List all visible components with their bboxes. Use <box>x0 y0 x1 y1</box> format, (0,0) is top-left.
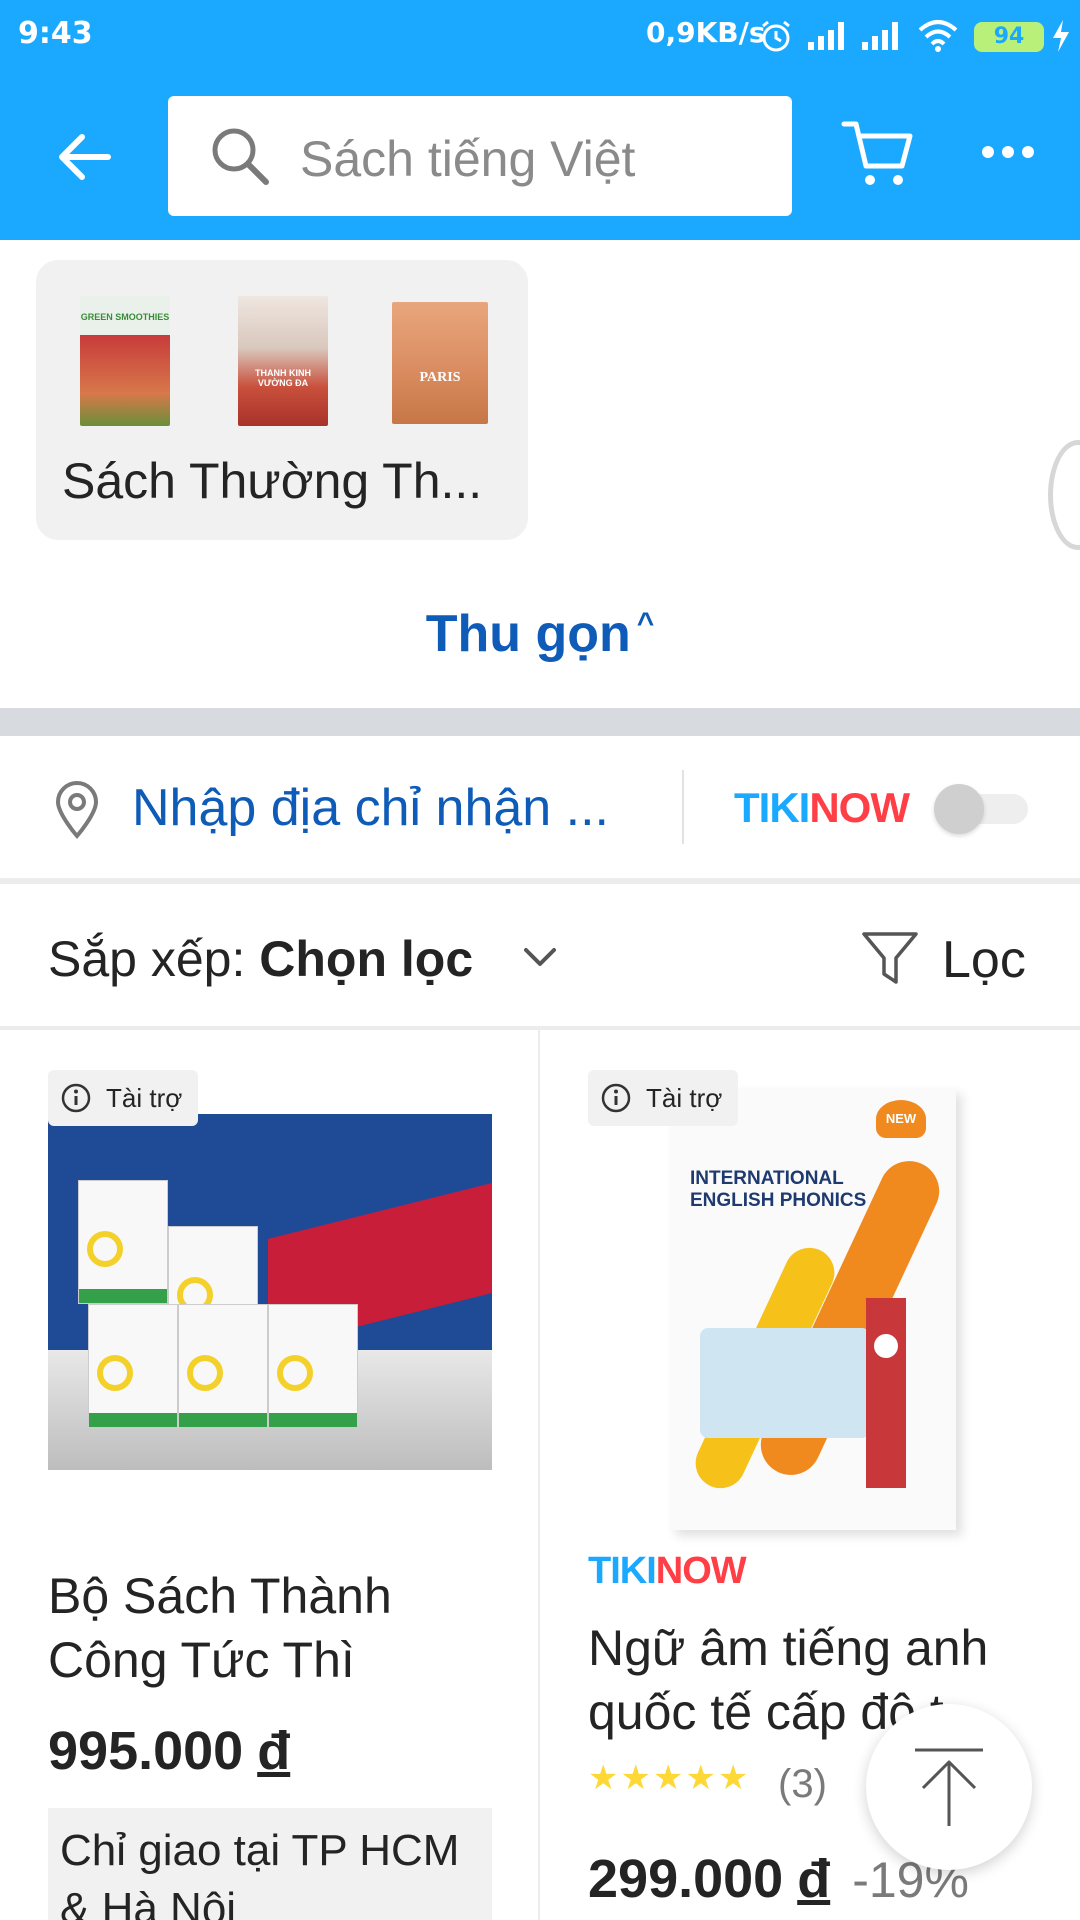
sort-prefix: Sắp xếp: <box>48 931 246 987</box>
filter-button[interactable]: Lọc <box>942 930 1026 990</box>
category-label: Sách Thường Th... <box>62 453 483 509</box>
tikinow-toggle[interactable] <box>934 784 1028 834</box>
tikinow-logo: TIKINOW <box>734 784 910 832</box>
battery-icon: 94 <box>974 22 1044 52</box>
status-bar: 9:43 0,9KB/s 94 <box>0 0 1080 72</box>
currency: đ <box>797 1849 831 1909</box>
book-thumbnail: PARIS <box>392 302 488 424</box>
book-thumbnail: GREEN SMOOTHIES <box>80 296 170 426</box>
book-thumbnail: THANH KINH VƯỜNG ĐA <box>238 296 328 426</box>
image-decoration <box>700 1328 870 1438</box>
collapse-button[interactable]: Thu gọn ^ <box>0 604 1080 664</box>
delivery-address-row: Nhập địa chỉ nhận ... TIKINOW <box>0 736 1080 880</box>
search-placeholder: Sách tiếng Việt <box>300 131 636 187</box>
divider <box>682 770 684 844</box>
alarm-icon <box>762 20 790 52</box>
sponsored-badge: Tài trợ <box>588 1070 739 1126</box>
sort-value: Chọn lọc <box>259 931 474 987</box>
product-title: Bộ Sách Thành Công Tức Thì <box>48 1568 392 1688</box>
sort-filter-bar: Sắp xếp: Chọn lọc Lọc <box>0 884 1080 1028</box>
image-decoration <box>866 1298 906 1488</box>
filter-icon[interactable] <box>858 926 922 990</box>
chevron-down-icon[interactable] <box>520 942 560 972</box>
location-pin-icon <box>55 781 99 840</box>
tikinow-logo: TIKINOW <box>588 1550 747 1593</box>
brand-part: NOW <box>809 784 910 831</box>
chevron-up-icon: ^ <box>636 607 655 640</box>
status-time: 9:43 <box>18 16 93 51</box>
network-speed: 0,9KB/s <box>646 16 766 49</box>
signal-icon <box>808 22 844 50</box>
book-cover-title: THANH KINH VƯỜNG ĐA <box>255 368 311 388</box>
wifi-icon <box>918 20 958 52</box>
delivery-note: Chỉ giao tại TP HCM & Hà Nội <box>48 1808 492 1920</box>
brand-part: TIKI <box>588 1550 657 1592</box>
scroll-to-top-button[interactable] <box>866 1704 1032 1870</box>
book-image <box>78 1180 168 1304</box>
collapse-label: Thu gọn <box>425 605 631 663</box>
new-badge: NEW <box>876 1100 926 1138</box>
battery-level: 94 <box>993 24 1025 49</box>
star-rating-icon: ★★★★★ <box>588 1758 751 1798</box>
info-icon <box>601 1083 631 1113</box>
book-cover-title: INTERNATIONAL ENGLISH PHONICS <box>690 1168 867 1211</box>
book-image <box>178 1304 268 1428</box>
book-image <box>88 1304 178 1428</box>
arrow-up-icon <box>915 1748 983 1826</box>
toggle-knob <box>934 784 984 834</box>
cart-icon[interactable] <box>840 116 916 192</box>
brand-part: NOW <box>655 1550 747 1592</box>
category-card[interactable]: GREEN SMOOTHIES THANH KINH VƯỜNG ĐA PARI… <box>36 260 528 540</box>
currency: đ <box>257 1721 291 1781</box>
search-icon <box>212 128 269 185</box>
sponsored-label: Tài trợ <box>106 1083 183 1113</box>
address-input-link[interactable]: Nhập địa chỉ nhận ... <box>132 778 609 838</box>
product-card[interactable]: Tài trợ Bộ Sách Thành Công Tức Thì 995.0… <box>0 1030 538 1920</box>
book-cover-title: GREEN SMOOTHIES <box>80 312 170 322</box>
product-image: INTERNATIONAL ENGLISH PHONICS NEW <box>670 1088 956 1530</box>
brand-part: TIKI <box>734 784 810 831</box>
sponsored-badge: Tài trợ <box>48 1070 199 1126</box>
price-value: 995.000 <box>48 1721 244 1781</box>
info-icon <box>61 1083 91 1113</box>
book-image <box>268 1304 358 1428</box>
sort-dropdown[interactable]: Sắp xếp: Chọn lọc <box>48 930 473 988</box>
top-app-bar: Sách tiếng Việt <box>0 72 1080 240</box>
signal-icon <box>862 22 898 50</box>
price-value: 299.000 <box>588 1849 784 1909</box>
product-price: 995.000 đ <box>48 1720 290 1782</box>
sponsored-label: Tài trợ <box>646 1083 723 1113</box>
arrow-left-icon[interactable] <box>50 122 120 192</box>
product-image <box>48 1114 492 1470</box>
more-horizontal-icon[interactable] <box>980 132 1036 172</box>
scroll-edge-indicator <box>1048 440 1080 550</box>
rating-count: (3) <box>778 1762 827 1806</box>
image-decoration <box>874 1334 898 1358</box>
search-input[interactable]: Sách tiếng Việt <box>168 96 792 216</box>
charging-icon <box>1053 20 1069 52</box>
section-divider <box>0 708 1080 736</box>
book-cover-title: PARIS <box>419 370 461 385</box>
